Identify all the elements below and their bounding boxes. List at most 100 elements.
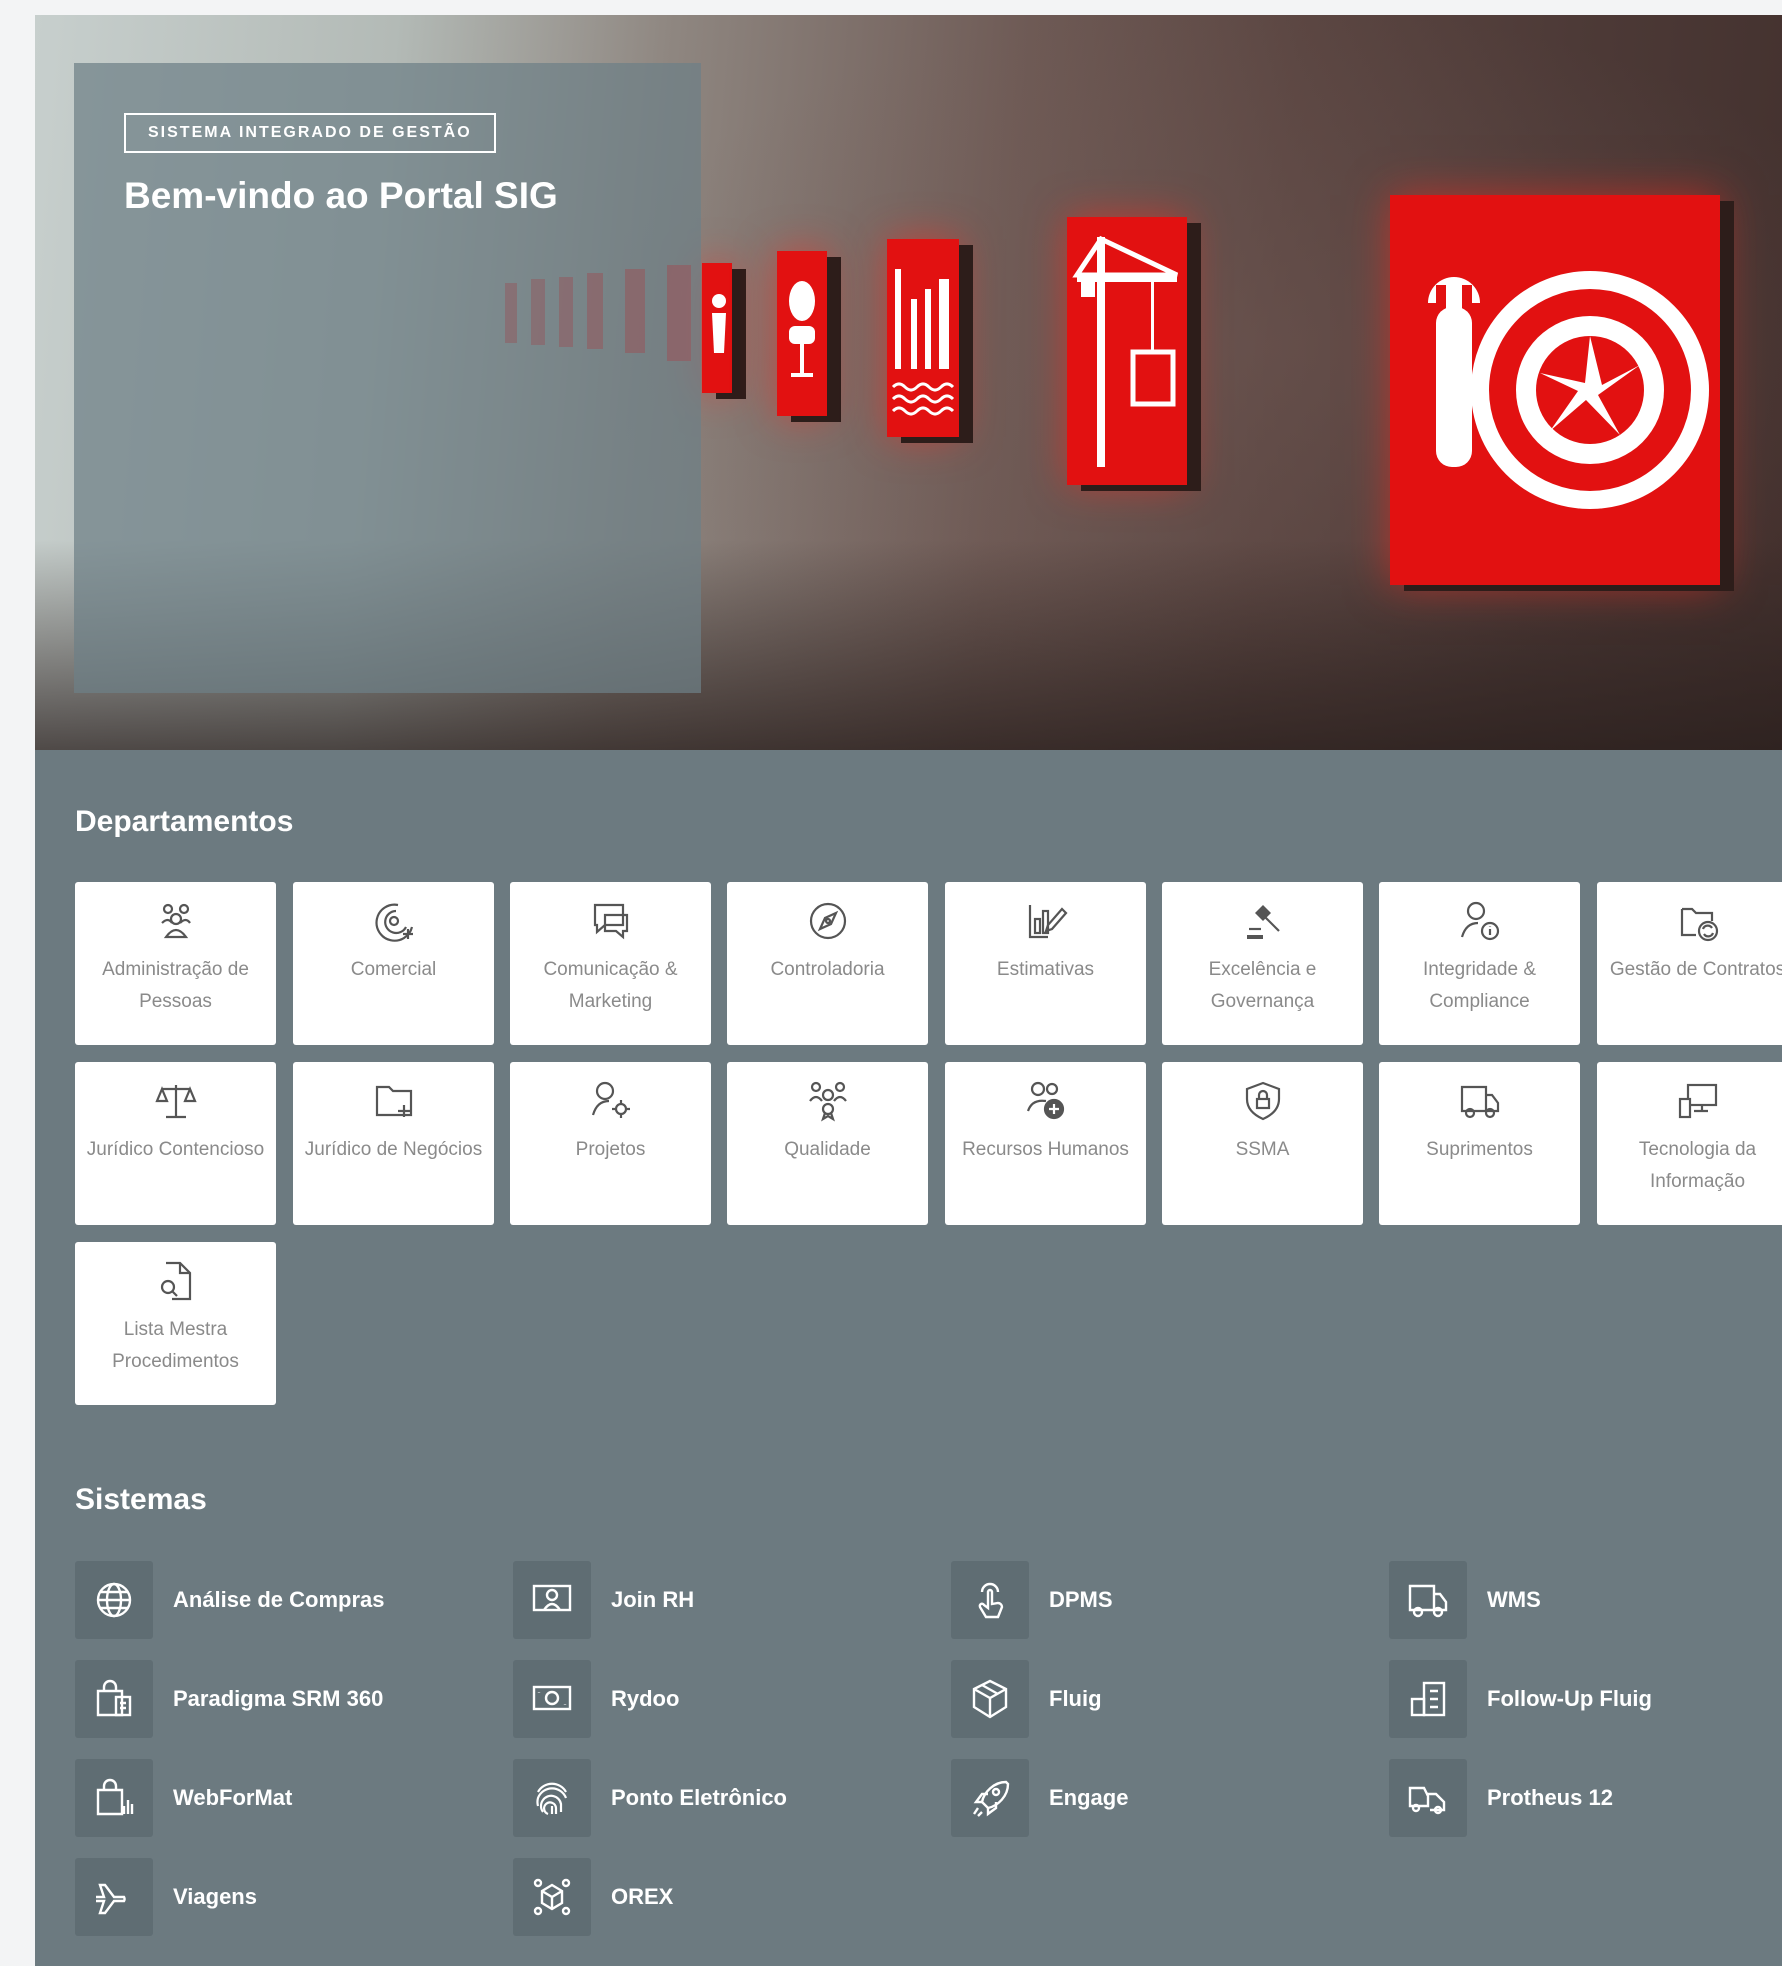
person-board-icon <box>513 1561 591 1639</box>
tile-administracao-de-pessoas[interactable]: Administração de Pessoas <box>75 882 276 1045</box>
tile-juridico-de-negocios[interactable]: Jurídico de Negócios <box>293 1062 494 1225</box>
tile-comunicacao-marketing[interactable]: Comunicação & Marketing <box>510 882 711 1045</box>
hero-badge: SISTEMA INTEGRADO DE GESTÃO <box>124 113 496 153</box>
shield-lock-icon <box>1240 1078 1286 1124</box>
tile-juridico-contencioso[interactable]: Jurídico Contencioso <box>75 1062 276 1225</box>
hero-title: Bem-vindo ao Portal SIG <box>124 175 558 216</box>
chat-bubbles-icon <box>588 898 634 944</box>
tile-label: Comunicação & Marketing <box>543 959 678 1012</box>
system-label: Rydoo <box>611 1686 680 1711</box>
person-info-icon <box>1457 898 1503 944</box>
document-search-icon <box>153 1258 199 1304</box>
hero-sign-tools <box>1390 195 1720 585</box>
system-analise-de-compras[interactable]: Análise de Compras <box>75 1561 385 1639</box>
system-fluig[interactable]: Fluig <box>951 1660 1102 1738</box>
hero-sign-crane <box>1067 217 1187 485</box>
system-label: Protheus 12 <box>1487 1785 1613 1810</box>
departments-title: Departamentos <box>75 805 294 838</box>
system-label: Fluig <box>1049 1686 1102 1711</box>
hero-sign-person <box>702 263 732 393</box>
hero-sign-chair <box>777 251 827 416</box>
system-orex[interactable]: OREX <box>513 1858 673 1936</box>
system-engage[interactable]: Engage <box>951 1759 1128 1837</box>
system-label: Viagens <box>173 1884 257 1909</box>
tile-label: Gestão de Contratos <box>1609 959 1782 980</box>
systems-title: Sistemas <box>75 1483 207 1516</box>
tile-label: Estimativas <box>996 959 1095 980</box>
compass-icon <box>805 898 851 944</box>
tile-lista-mestra-procedimentos[interactable]: Lista Mestra Procedimentos <box>75 1242 276 1405</box>
money-icon <box>513 1660 591 1738</box>
shopping-bag-icon <box>75 1660 153 1738</box>
tile-qualidade[interactable]: Qualidade <box>727 1062 928 1225</box>
globe-icon <box>75 1561 153 1639</box>
bag-chart-icon <box>75 1759 153 1837</box>
system-paradigma-srm-360[interactable]: Paradigma SRM 360 <box>75 1660 383 1738</box>
tile-label: Administração de Pessoas <box>102 959 249 1012</box>
tile-label: Jurídico Contencioso <box>86 1139 265 1160</box>
system-label: WebForMat <box>173 1785 293 1810</box>
truck-icon <box>1389 1561 1467 1639</box>
tile-tecnologia-da-informacao[interactable]: Tecnologia da Informação <box>1597 1062 1782 1225</box>
tile-label: Qualidade <box>784 1139 871 1160</box>
people-award-icon <box>805 1078 851 1124</box>
system-label: Paradigma SRM 360 <box>173 1686 384 1711</box>
system-wms[interactable]: WMS <box>1389 1561 1541 1639</box>
tile-suprimentos[interactable]: Suprimentos <box>1379 1062 1580 1225</box>
building-icon <box>1389 1660 1467 1738</box>
tile-recursos-humanos[interactable]: Recursos Humanos <box>945 1062 1146 1225</box>
airplane-icon <box>75 1858 153 1936</box>
tile-ssma[interactable]: SSMA <box>1162 1062 1363 1225</box>
system-ponto-eletronico[interactable]: Ponto Eletrônico <box>513 1759 787 1837</box>
system-join-rh[interactable]: Join RH <box>513 1561 694 1639</box>
system-viagens[interactable]: Viagens <box>75 1858 257 1936</box>
tile-excelencia-governanca[interactable]: Excelência e Governança <box>1162 882 1363 1045</box>
scales-icon <box>153 1078 199 1124</box>
hero-overlay-panel: SISTEMA INTEGRADO DE GESTÃO Bem-vindo ao… <box>74 63 701 693</box>
fingerprint-icon <box>513 1759 591 1837</box>
person-settings-icon <box>588 1078 634 1124</box>
people-add-icon <box>1023 1078 1069 1124</box>
target-add-icon <box>371 898 417 944</box>
people-group-icon <box>153 898 199 944</box>
tile-integridade-compliance[interactable]: Integridade & Compliance <box>1379 882 1580 1045</box>
folder-add-icon <box>371 1078 417 1124</box>
system-label: DPMS <box>1049 1587 1113 1612</box>
chart-pencil-icon <box>1023 898 1069 944</box>
system-dpms[interactable]: DPMS <box>951 1561 1113 1639</box>
tile-estimativas[interactable]: Estimativas <box>945 882 1146 1045</box>
tile-label: Lista Mestra Procedimentos <box>112 1319 239 1372</box>
hero-sign-platform <box>887 239 959 437</box>
truck-icon <box>1457 1078 1503 1124</box>
tile-controladoria[interactable]: Controladoria <box>727 882 928 1045</box>
rocket-icon <box>951 1759 1029 1837</box>
box-icon <box>951 1660 1029 1738</box>
cube-network-icon <box>513 1858 591 1936</box>
system-label: Análise de Compras <box>173 1587 385 1612</box>
tile-label: Suprimentos <box>1426 1139 1533 1160</box>
system-protheus-12[interactable]: Protheus 12 <box>1389 1759 1613 1837</box>
tile-label: Comercial <box>350 959 437 980</box>
tile-gestao-de-contratos[interactable]: Gestão de Contratos <box>1597 882 1782 1045</box>
gavel-icon <box>1240 898 1286 944</box>
folder-sync-icon <box>1675 898 1721 944</box>
hero-banner: SISTEMA INTEGRADO DE GESTÃO Bem-vindo ao… <box>35 15 1782 750</box>
tile-projetos[interactable]: Projetos <box>510 1062 711 1225</box>
system-label: Engage <box>1049 1785 1129 1810</box>
tile-label: Projetos <box>575 1139 646 1160</box>
system-label: OREX <box>611 1884 674 1909</box>
tile-label: Recursos Humanos <box>962 1139 1129 1160</box>
tile-label: Integridade & Compliance <box>1422 959 1537 1012</box>
vehicles-icon <box>1389 1759 1467 1837</box>
tile-label: SSMA <box>1235 1139 1290 1160</box>
system-label: WMS <box>1487 1587 1541 1612</box>
tile-comercial[interactable]: Comercial <box>293 882 494 1045</box>
system-label: Ponto Eletrônico <box>611 1785 787 1810</box>
system-rydoo[interactable]: Rydoo <box>513 1660 679 1738</box>
tile-label: Jurídico de Negócios <box>304 1139 483 1160</box>
system-webformat[interactable]: WebForMat <box>75 1759 292 1837</box>
system-follow-up-fluig[interactable]: Follow-Up Fluig <box>1389 1660 1652 1738</box>
devices-icon <box>1675 1078 1721 1124</box>
touch-icon <box>951 1561 1029 1639</box>
system-label: Follow-Up Fluig <box>1487 1686 1652 1711</box>
